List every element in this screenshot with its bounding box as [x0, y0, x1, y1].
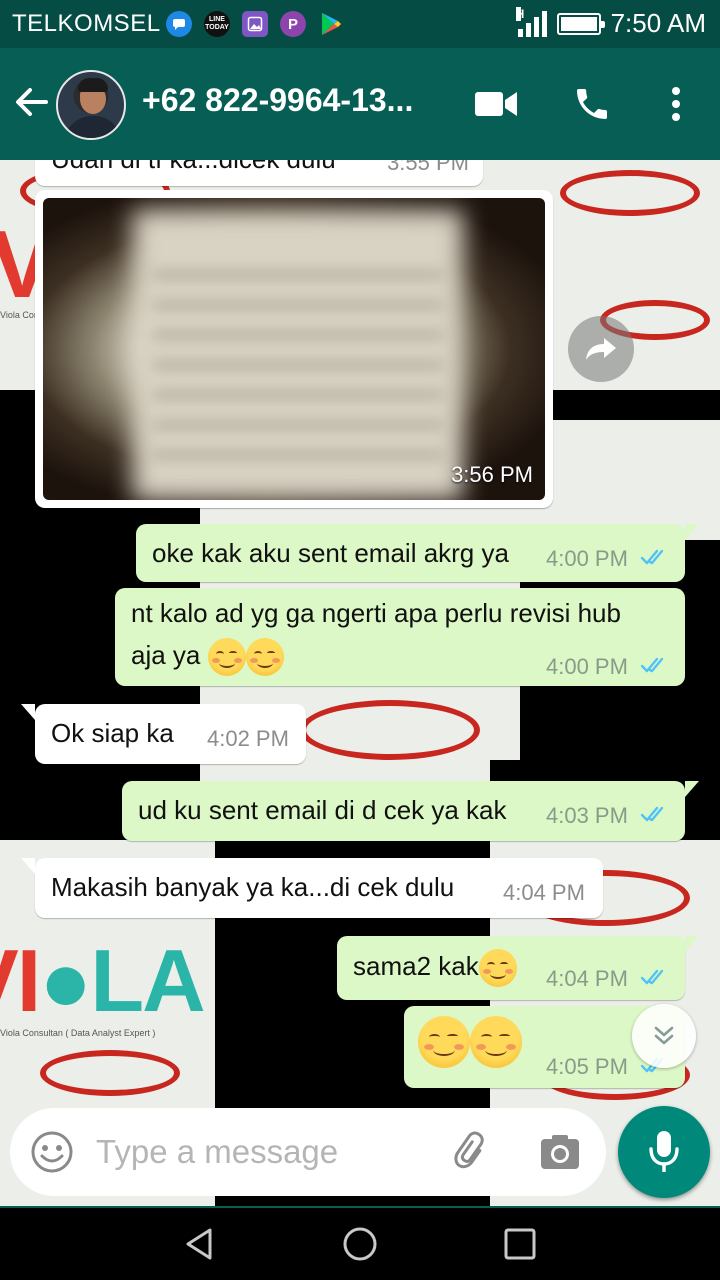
battery-icon [556, 12, 605, 35]
message-text: Ok siap ka [51, 718, 174, 748]
message-time: 3:55 PM [387, 160, 469, 175]
read-ticks-icon [640, 806, 664, 822]
wallpaper-tagline-2: Viola Consultan ( Data Analyst Expert ) [0, 1028, 156, 1038]
phone-call-icon[interactable] [570, 82, 614, 126]
message-time: 4:00 PM [546, 546, 628, 571]
signal-icon: H [515, 6, 547, 37]
message-composer [10, 1108, 606, 1196]
message-time: 3:56 PM [451, 462, 533, 487]
mic-icon [649, 1131, 679, 1172]
smiling-face-emoji [478, 949, 517, 988]
message-text-line1: nt kalo ad yg ga ngerti apa perlu revisi… [131, 598, 621, 628]
emoji-message [418, 1016, 522, 1068]
video-call-icon[interactable] [474, 82, 518, 126]
avatar[interactable] [56, 70, 126, 140]
play-store-icon [318, 11, 344, 37]
read-ticks-icon [640, 657, 664, 673]
network-type: H [515, 6, 525, 21]
message-text: ud ku sent email di d cek ya kak [138, 795, 507, 825]
emoji-icon[interactable] [30, 1130, 74, 1174]
line-today-icon: LINE TODAY [204, 11, 230, 37]
smiling-face-emoji [245, 638, 284, 677]
p-app-icon: P [280, 11, 306, 37]
message-time: 4:04 PM [546, 966, 628, 991]
clock: 7:50 AM [610, 8, 706, 38]
smiling-face-emoji [470, 1016, 522, 1068]
forward-icon[interactable] [568, 316, 634, 382]
attach-icon[interactable] [450, 1130, 494, 1174]
read-ticks-icon [640, 549, 664, 565]
shared-photo[interactable]: 3:56 PM [43, 198, 545, 500]
message-bubble-outgoing[interactable]: nt kalo ad yg ga ngerti apa perlu revisi… [115, 588, 685, 686]
message-bubble-outgoing[interactable]: ud ku sent email di d cek ya kak 4:03 PM [122, 781, 699, 841]
notification-icons: LINE TODAY P [166, 11, 344, 37]
message-bubble-incoming[interactable]: Ok siap ka 4:02 PM [21, 704, 306, 764]
more-options-icon[interactable] [654, 82, 698, 126]
message-bubble-incoming[interactable]: Udah di tf ka...dicek dulu 3:55 PM [35, 160, 483, 186]
message-text: sama2 kak [353, 945, 517, 988]
message-bubble-outgoing[interactable]: sama2 kak 4:04 PM [337, 936, 699, 1000]
status-bar: TELKOMSEL LINE TODAY P H 7:50 AM [0, 0, 720, 48]
chevron-double-down-icon [654, 1026, 674, 1045]
message-time: 4:00 PM [546, 654, 628, 679]
nav-home-icon[interactable] [340, 1224, 380, 1264]
read-ticks-icon [640, 969, 664, 985]
message-bubble-incoming[interactable]: Makasih banyak ya ka...di cek dulu 4:04 … [21, 858, 603, 918]
contact-name[interactable]: +62 822-9964-13... [142, 82, 413, 119]
smiling-face-emoji [207, 638, 246, 677]
message-time: 4:04 PM [503, 880, 585, 905]
message-text-line2: aja ya [131, 634, 284, 677]
smiling-face-emoji [418, 1016, 470, 1068]
scroll-to-bottom-button[interactable] [632, 1004, 696, 1068]
message-time: 4:03 PM [546, 803, 628, 828]
message-time: 4:05 PM [546, 1054, 628, 1079]
carrier-name: TELKOMSEL [12, 10, 161, 37]
chat-header: +62 822-9964-13... [0, 48, 720, 160]
mic-button[interactable] [618, 1106, 710, 1198]
camera-icon[interactable] [538, 1130, 582, 1174]
message-icon [166, 11, 192, 37]
message-time: 4:02 PM [207, 726, 289, 751]
message-input[interactable] [96, 1126, 436, 1178]
message-bubble-outgoing[interactable]: oke kak aku sent email akrg ya 4:00 PM [136, 524, 699, 582]
back-arrow-icon[interactable] [14, 84, 50, 120]
message-text: Udah di tf ka...dicek dulu [51, 160, 336, 180]
gallery-icon [242, 11, 268, 37]
message-text: Makasih banyak ya ka...di cek dulu [51, 872, 455, 902]
chat-area[interactable]: VI●LA VI●LA Viola Consultan ( Data Analy… [0, 160, 720, 1206]
nav-recents-icon[interactable] [500, 1224, 540, 1264]
message-text: oke kak aku sent email akrg ya [152, 538, 509, 568]
system-navigation-bar [0, 1208, 720, 1280]
image-message-bubble[interactable]: 3:56 PM [35, 190, 553, 508]
wallpaper-logo-2: VI●LA [0, 931, 206, 1030]
nav-back-icon[interactable] [180, 1224, 220, 1264]
